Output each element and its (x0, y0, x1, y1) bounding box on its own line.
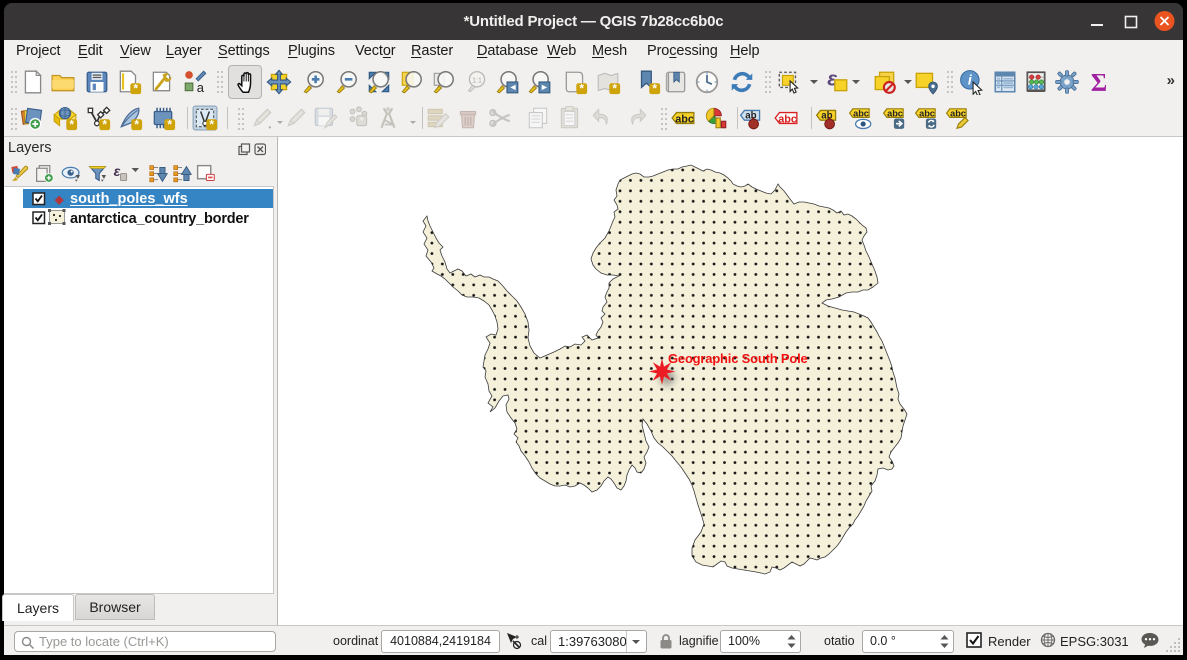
svg-text:abc: abc (675, 113, 694, 125)
svg-text:*: * (133, 81, 138, 95)
svg-text:abc: abc (853, 108, 869, 118)
svg-text:abc: abc (919, 108, 935, 118)
svg-text:*: * (652, 81, 657, 95)
svg-text:*: * (134, 117, 139, 131)
svg-text:a: a (197, 80, 205, 95)
svg-text:Geographic South Pole: Geographic South Pole (668, 351, 808, 366)
svg-text:*: * (209, 117, 214, 131)
svg-text:*: * (360, 116, 364, 127)
svg-text:abc: abc (887, 108, 903, 118)
svg-text:*: * (167, 117, 172, 131)
svg-text:*: * (612, 81, 617, 95)
svg-text:*: * (102, 117, 107, 131)
svg-text:*: * (579, 81, 584, 95)
svg-text:Σ: Σ (1091, 70, 1107, 95)
svg-text:*: * (69, 117, 74, 131)
svg-text:abc: abc (778, 113, 797, 125)
svg-text:abc: abc (950, 108, 966, 118)
svg-text:ε: ε (113, 163, 120, 179)
svg-text:1:1: 1:1 (472, 78, 482, 85)
